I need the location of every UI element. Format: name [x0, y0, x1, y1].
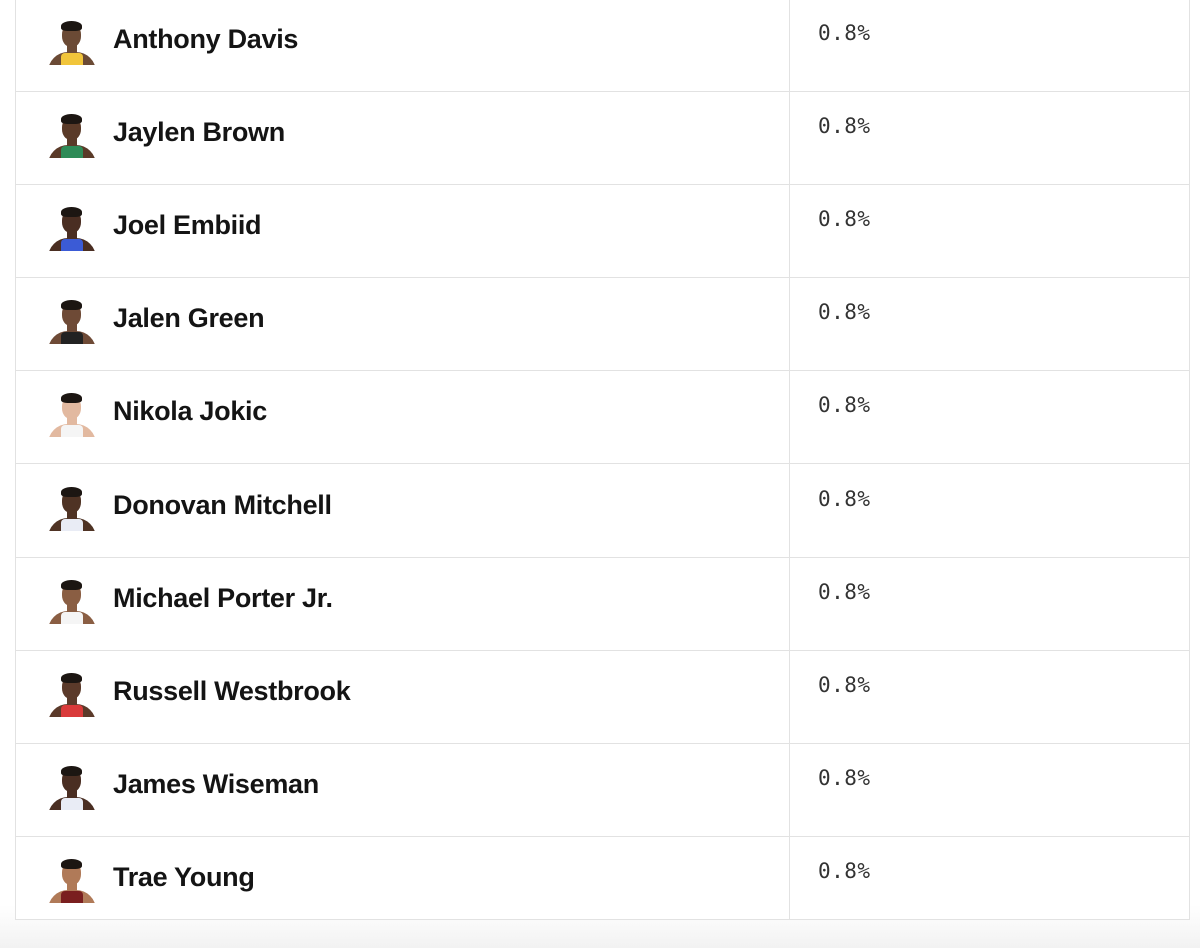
player-name[interactable]: Donovan Mitchell — [113, 490, 332, 521]
player-percentage: 0.8% — [818, 114, 871, 139]
player-name[interactable]: James Wiseman — [113, 769, 319, 800]
table-row[interactable]: Russell Westbrook 0.8% — [16, 651, 1189, 744]
player-headshot-icon — [46, 21, 98, 65]
player-name[interactable]: Russell Westbrook — [113, 676, 351, 707]
player-headshot-icon — [46, 579, 98, 624]
player-headshot-icon — [46, 858, 98, 903]
player-headshot-icon — [46, 300, 98, 345]
player-headshot-icon — [46, 207, 98, 252]
table-row[interactable]: Jalen Green 0.8% — [16, 278, 1189, 372]
table-row[interactable]: Donovan Mitchell 0.8% — [16, 465, 1189, 558]
table-row[interactable]: Michael Porter Jr. 0.8% — [16, 558, 1189, 651]
player-name[interactable]: Joel Embiid — [113, 210, 262, 241]
table-row[interactable]: James Wiseman 0.8% — [16, 744, 1189, 837]
player-name[interactable]: Jaylen Brown — [113, 117, 285, 148]
player-percentage: 0.8% — [818, 765, 871, 790]
player-name[interactable]: Nikola Jokic — [113, 396, 267, 427]
player-percentage: 0.8% — [818, 207, 871, 232]
player-percentage: 0.8% — [818, 486, 871, 511]
player-headshot-icon — [46, 114, 98, 159]
player-percentage: 0.8% — [818, 579, 871, 604]
player-percentage: 0.8% — [818, 21, 871, 45]
player-percentage: 0.8% — [818, 300, 871, 325]
player-name[interactable]: Michael Porter Jr. — [113, 583, 333, 614]
table-row[interactable]: Jaylen Brown 0.8% — [16, 92, 1189, 186]
player-headshot-icon — [46, 765, 98, 810]
table-row[interactable]: Trae Young 0.8% — [16, 837, 1189, 930]
player-percentage: 0.8% — [818, 672, 871, 697]
table-row[interactable]: Anthony Davis 0.8% — [16, 0, 1189, 92]
player-percentage: 0.8% — [818, 393, 871, 418]
table-row[interactable]: Joel Embiid 0.8% — [16, 185, 1189, 279]
player-name[interactable]: Jalen Green — [113, 303, 265, 334]
player-name[interactable]: Anthony Davis — [113, 24, 298, 55]
player-headshot-icon — [46, 672, 98, 717]
player-name[interactable]: Trae Young — [113, 862, 255, 893]
table-row[interactable]: Nikola Jokic 0.8% — [16, 371, 1189, 465]
player-headshot-icon — [46, 486, 98, 531]
player-headshot-icon — [46, 393, 98, 438]
player-percentage: 0.8% — [818, 858, 871, 883]
player-percentage-table: Anthony Davis 0.8% Jaylen Brown 0.8% Joel Em… — [15, 0, 1190, 920]
